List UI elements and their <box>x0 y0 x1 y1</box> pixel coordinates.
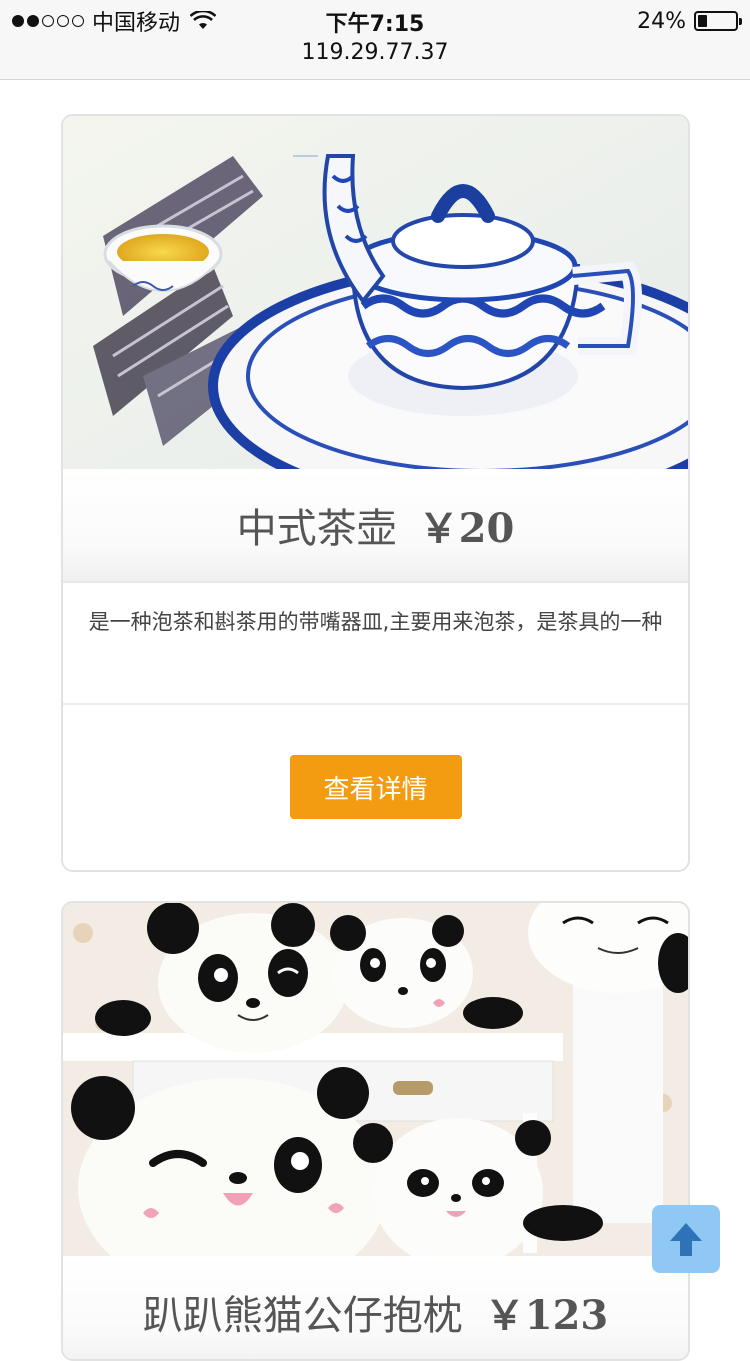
product-price: ￥123 <box>484 1292 609 1339</box>
battery-level <box>698 15 707 27</box>
battery-icon <box>694 11 742 31</box>
battery-percentage: 24% <box>637 8 686 34</box>
arrow-up-icon <box>670 1223 702 1256</box>
product-title-row: 趴趴熊猫公仔抱枕 ￥123 <box>63 1256 688 1359</box>
product-action-row: 查看详情 <box>63 705 688 870</box>
status-bar-right: 24% <box>637 6 742 36</box>
address-url[interactable]: 119.29.77.37 <box>0 40 750 65</box>
status-bar: 中国移动 下午7:15 24% 119.29.77.37 <box>0 0 750 80</box>
product-name: 中式茶壶 <box>236 506 397 552</box>
product-description: 是一种泡茶和斟茶用的带嘴器皿,主要用来泡茶，是茶具的一种 <box>63 583 688 705</box>
battery-tip <box>739 18 742 25</box>
product-name: 趴趴熊猫公仔抱枕 <box>142 1293 463 1339</box>
product-title-row: 中式茶壶 ￥20 <box>63 469 688 583</box>
product-price: ￥20 <box>418 505 515 552</box>
product-image-panda[interactable] <box>63 903 688 1256</box>
back-to-top-button[interactable] <box>652 1205 720 1273</box>
product-card: 中式茶壶 ￥20 是一种泡茶和斟茶用的带嘴器皿,主要用来泡茶，是茶具的一种 查看… <box>61 114 690 872</box>
product-card: 趴趴熊猫公仔抱枕 ￥123 <box>61 901 690 1361</box>
product-image-teapot[interactable] <box>63 116 688 469</box>
teapot-illustration <box>63 116 688 469</box>
panda-illustration <box>63 903 688 1256</box>
view-details-button[interactable]: 查看详情 <box>289 755 462 819</box>
